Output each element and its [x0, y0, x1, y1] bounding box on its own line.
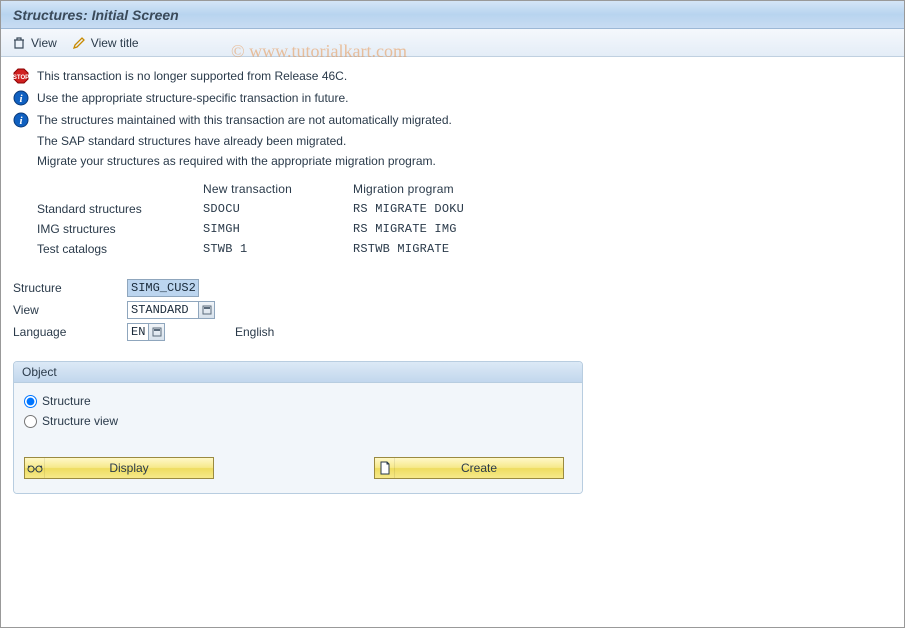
- radio-structure-label: Structure: [42, 394, 91, 408]
- structure-input[interactable]: [127, 279, 199, 297]
- view-title-button-label: View title: [91, 36, 139, 50]
- f4-icon: [152, 327, 162, 337]
- migration-table: New transaction Migration program Standa…: [13, 179, 892, 259]
- table-header-b: New transaction: [203, 182, 353, 196]
- new-page-icon: [375, 458, 395, 478]
- view-f4-button[interactable]: [199, 301, 215, 319]
- create-button[interactable]: Create: [374, 457, 564, 479]
- view-input[interactable]: [127, 301, 199, 319]
- radio-structure[interactable]: Structure: [24, 391, 572, 411]
- message-text: The structures maintained with this tran…: [37, 113, 452, 127]
- object-groupbox: Object Structure Structure view Display: [13, 361, 583, 494]
- stop-icon: STOP: [13, 68, 29, 84]
- message-text: The SAP standard structures have already…: [37, 134, 346, 148]
- table-cell: RSTWB MIGRATE: [353, 242, 553, 256]
- trash-icon: [11, 35, 27, 51]
- language-f4-button[interactable]: [149, 323, 165, 341]
- radio-structure-input[interactable]: [24, 395, 37, 408]
- titlebar: Structures: Initial Screen: [1, 1, 904, 29]
- language-input[interactable]: [127, 323, 149, 341]
- object-group-title: Object: [14, 362, 582, 383]
- glasses-icon: [25, 458, 45, 478]
- f4-icon: [202, 305, 212, 315]
- radio-structure-view-input[interactable]: [24, 415, 37, 428]
- table-row: IMG structures SIMGH RS MIGRATE IMG: [13, 219, 892, 239]
- info-icon: i: [13, 90, 29, 106]
- table-cell: Standard structures: [13, 202, 203, 216]
- display-button[interactable]: Display: [24, 457, 214, 479]
- table-cell: Test catalogs: [13, 242, 203, 256]
- message-text: This transaction is no longer supported …: [37, 69, 347, 83]
- message-text: Use the appropriate structure-specific t…: [37, 91, 348, 105]
- view-label: View: [13, 303, 127, 317]
- table-header-a: [13, 182, 203, 196]
- message-text: Migrate your structures as required with…: [37, 154, 436, 168]
- content-area: STOP This transaction is no longer suppo…: [1, 57, 904, 502]
- view-button[interactable]: View: [11, 35, 57, 51]
- table-row: Test catalogs STWB 1 RSTWB MIGRATE: [13, 239, 892, 259]
- table-cell: STWB 1: [203, 242, 353, 256]
- table-cell: SIMGH: [203, 222, 353, 236]
- structure-label: Structure: [13, 281, 127, 295]
- table-cell: RS MIGRATE DOKU: [353, 202, 553, 216]
- table-row: Standard structures SDOCU RS MIGRATE DOK…: [13, 199, 892, 219]
- radio-structure-view[interactable]: Structure view: [24, 411, 572, 431]
- message-row: STOP This transaction is no longer suppo…: [13, 65, 892, 87]
- table-header-c: Migration program: [353, 182, 553, 196]
- radio-structure-view-label: Structure view: [42, 414, 118, 428]
- message-row: The SAP standard structures have already…: [13, 131, 892, 151]
- info-icon: i: [13, 112, 29, 128]
- table-cell: IMG structures: [13, 222, 203, 236]
- display-button-label: Display: [45, 461, 213, 475]
- language-label: Language: [13, 325, 127, 339]
- form-area: Structure View Language English: [13, 277, 892, 343]
- view-button-label: View: [31, 36, 57, 50]
- create-button-label: Create: [395, 461, 563, 475]
- language-text: English: [235, 325, 274, 339]
- table-cell: SDOCU: [203, 202, 353, 216]
- table-header: New transaction Migration program: [13, 179, 892, 199]
- message-row: i Use the appropriate structure-specific…: [13, 87, 892, 109]
- svg-text:STOP: STOP: [13, 75, 29, 81]
- table-cell: RS MIGRATE IMG: [353, 222, 553, 236]
- page-title: Structures: Initial Screen: [13, 7, 179, 23]
- view-title-button[interactable]: View title: [71, 35, 139, 51]
- message-row: Migrate your structures as required with…: [13, 151, 892, 171]
- pencil-icon: [71, 35, 87, 51]
- toolbar: View View title: [1, 29, 904, 57]
- message-row: i The structures maintained with this tr…: [13, 109, 892, 131]
